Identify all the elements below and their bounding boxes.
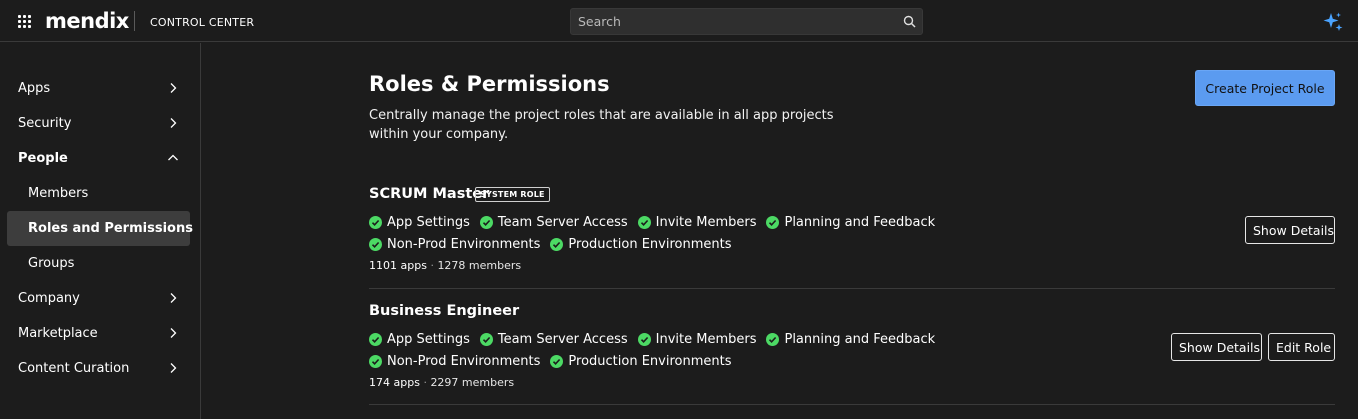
permission-item: App Settings — [369, 214, 470, 232]
permission-item: App Settings — [369, 331, 470, 349]
sidebar-item-security[interactable]: Security — [7, 106, 190, 141]
chevron-right-icon — [170, 363, 177, 373]
permission-row: Non-Prod Environments Production Environm… — [369, 233, 741, 254]
check-circle-icon — [637, 216, 651, 229]
role-divider — [369, 288, 1335, 289]
permission-label: Team Server Access — [497, 215, 628, 230]
sidebar-item-label: People — [18, 151, 68, 166]
permission-item: Planning and Feedback — [766, 331, 935, 349]
show-details-button[interactable]: Show Details — [1245, 216, 1335, 244]
section-title: CONTROL CENTER — [150, 16, 255, 29]
permission-label: Planning and Feedback — [784, 332, 936, 347]
permission-item: Production Environments — [550, 353, 731, 371]
check-circle-icon — [479, 333, 493, 346]
check-circle-icon — [369, 355, 382, 368]
chevron-right-icon — [170, 83, 177, 93]
permission-label: Production Environments — [568, 354, 732, 369]
sidebar-item-label: Apps — [18, 81, 51, 96]
search-box[interactable] — [570, 8, 923, 35]
role-stats: 174 apps · 2297 members — [369, 376, 514, 390]
role-name: Business Engineer — [369, 303, 520, 319]
sidebar-item-marketplace[interactable]: Marketplace — [7, 316, 190, 351]
show-details-button[interactable]: Show Details — [1171, 333, 1262, 361]
permission-label: Non-Prod Environments — [387, 237, 541, 252]
sidebar-item-label: Roles and Permissions — [28, 221, 193, 236]
app-grid-icon[interactable] — [18, 15, 32, 29]
check-circle-icon — [479, 216, 493, 229]
sidebar-item-label: Security — [18, 116, 72, 131]
mendix-logo[interactable]: mendix — [45, 8, 129, 34]
permission-item: Production Environments — [550, 236, 731, 254]
check-circle-icon — [766, 216, 780, 229]
permission-label: Invite Members — [655, 215, 757, 230]
permission-item: Invite Members — [637, 214, 757, 232]
sidebar-item-company[interactable]: Company — [7, 281, 190, 316]
permission-label: Planning and Feedback — [784, 215, 936, 230]
app-count: 1101 apps — [369, 259, 427, 272]
sidebar-item-label: Members — [28, 186, 89, 201]
sidebar-item-label: Marketplace — [18, 326, 98, 341]
permission-label: App Settings — [387, 332, 470, 347]
sidebar-item-people[interactable]: People — [7, 141, 190, 176]
check-circle-icon — [550, 238, 564, 251]
chevron-right-icon — [170, 328, 177, 338]
permission-item: Planning and Feedback — [766, 214, 935, 232]
edit-role-button[interactable]: Edit Role — [1268, 333, 1335, 361]
app-count: 174 apps — [369, 376, 420, 389]
role-card: Business Engineer App Settings Team Serve… — [369, 301, 1335, 393]
role-stats: 1101 apps · 1278 members — [369, 259, 521, 273]
sidebar-item-apps[interactable]: Apps — [7, 71, 190, 106]
member-count: 1278 members — [437, 259, 522, 272]
sidebar-item-members[interactable]: Members — [7, 176, 190, 211]
sidebar: Apps Security People Members Roles and P… — [0, 43, 201, 419]
check-circle-icon — [369, 238, 382, 251]
permission-item: Non-Prod Environments — [369, 353, 540, 371]
chevron-right-icon — [170, 118, 177, 128]
logo-divider — [134, 11, 135, 31]
stats-separator: · — [423, 376, 427, 389]
permission-label: Production Environments — [568, 237, 732, 252]
top-bar: mendix CONTROL CENTER — [0, 0, 1358, 42]
permission-item: Team Server Access — [479, 331, 628, 349]
stats-separator: · — [430, 259, 434, 272]
search-icon[interactable] — [903, 15, 916, 28]
sidebar-item-label: Groups — [28, 256, 75, 271]
role-card: SCRUM Master SYSTEM ROLE App Settings Tea… — [369, 184, 1335, 276]
sidebar-item-label: Company — [18, 291, 80, 306]
system-role-badge: SYSTEM ROLE — [475, 187, 550, 202]
sidebar-item-content-curation[interactable]: Content Curation — [7, 351, 190, 386]
permission-label: Non-Prod Environments — [387, 354, 541, 369]
check-circle-icon — [369, 216, 382, 229]
permission-row: Non-Prod Environments Production Environm… — [369, 350, 741, 371]
search-input[interactable] — [578, 9, 898, 34]
permission-row: App Settings Team Server Access Invite Mem… — [369, 328, 945, 349]
permission-label: App Settings — [387, 215, 470, 230]
permission-label: Invite Members — [655, 332, 757, 347]
sparkle-icon[interactable] — [1322, 11, 1344, 33]
permission-label: Team Server Access — [497, 332, 628, 347]
check-circle-icon — [369, 333, 382, 346]
create-project-role-button[interactable]: Create Project Role — [1195, 70, 1335, 106]
permission-item: Non-Prod Environments — [369, 236, 540, 254]
permission-item: Invite Members — [637, 331, 757, 349]
page-title: Roles & Permissions — [369, 72, 610, 96]
role-name: SCRUM Master — [369, 186, 490, 202]
page-description: Centrally manage the project roles that … — [369, 108, 834, 142]
chevron-right-icon — [170, 293, 177, 303]
permission-row: App Settings Team Server Access Invite Mem… — [369, 211, 945, 232]
sidebar-item-groups[interactable]: Groups — [7, 246, 190, 281]
check-circle-icon — [766, 333, 780, 346]
role-divider — [369, 404, 1335, 405]
sidebar-item-label: Content Curation — [18, 361, 130, 376]
check-circle-icon — [550, 355, 564, 368]
check-circle-icon — [637, 333, 651, 346]
sidebar-item-roles-and-permissions[interactable]: Roles and Permissions — [7, 211, 193, 246]
member-count: 2297 members — [430, 376, 515, 389]
permission-item: Team Server Access — [479, 214, 628, 232]
chevron-up-icon — [168, 154, 178, 161]
